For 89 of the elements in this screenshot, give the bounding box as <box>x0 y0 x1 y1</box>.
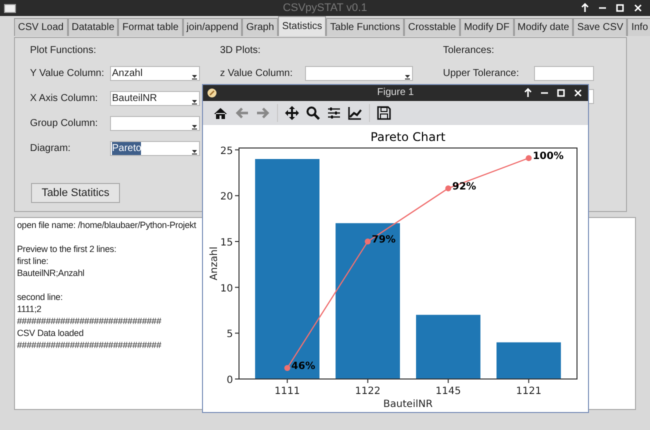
log-line: ############################## <box>17 315 162 327</box>
log-line: open file name: /home/blaubaer/Python-Projekt <box>17 219 196 231</box>
y-tick-label: 10 <box>220 283 233 294</box>
tab[interactable]: Table Functions <box>326 18 404 36</box>
log-line: second line: <box>17 291 63 303</box>
line-point <box>284 365 290 371</box>
close-icon[interactable] <box>574 88 582 98</box>
table-statistics-button[interactable]: Table Statitics <box>31 183 120 203</box>
back-arrow-icon[interactable] <box>235 106 249 120</box>
save-icon[interactable] <box>377 106 391 120</box>
field-label: Y Value Column: <box>30 67 106 81</box>
up-arrow-icon[interactable] <box>581 3 589 13</box>
up-arrow-icon[interactable] <box>524 88 532 98</box>
dropdown-value: Pareto <box>112 142 142 155</box>
x-tick <box>367 378 368 384</box>
field-label: Upper Tolerance: <box>443 67 520 81</box>
x-tick <box>528 378 530 384</box>
data-label: 92% <box>452 181 476 192</box>
log-line: CSV Data loaded <box>17 327 84 339</box>
bar <box>496 342 561 379</box>
y-tick-label: 25 <box>220 146 233 157</box>
x-tick-label: 1122 <box>355 386 380 397</box>
x-tick <box>286 378 288 384</box>
chart-title: Pareto Chart <box>370 130 446 144</box>
section-heading: Tolerances: <box>443 44 496 58</box>
log-line: Preview to the first 2 lines: <box>17 243 116 255</box>
y-tick <box>234 286 240 288</box>
field-label: z Value Column: <box>220 67 294 81</box>
x-axis-label: BauteilNR <box>383 399 433 410</box>
forward-arrow-icon[interactable] <box>256 106 270 120</box>
data-label: 79% <box>372 234 396 246</box>
figure-title: Figure 1 <box>377 86 414 100</box>
line-chart-icon[interactable] <box>348 106 362 120</box>
dropdown[interactable]: Anzahl <box>110 66 200 81</box>
log-line: first line: <box>17 255 48 267</box>
tab[interactable]: Info <box>627 18 650 36</box>
tab[interactable]: Modify DF <box>460 18 514 36</box>
y-axis-label: Anzahl <box>209 246 220 280</box>
x-tick <box>448 378 449 384</box>
y-tick <box>234 241 240 242</box>
x-tick-label: 1145 <box>436 386 461 397</box>
data-label: 100% <box>532 151 564 162</box>
log-line: 1111;2 <box>17 303 42 315</box>
tab[interactable]: Crosstable <box>404 18 460 36</box>
tab[interactable]: Graph <box>242 18 278 36</box>
y-tick-label: 20 <box>220 192 233 203</box>
sliders-icon[interactable] <box>327 106 341 120</box>
tab[interactable]: Format table <box>118 18 183 36</box>
y-tick <box>234 149 240 150</box>
data-label: 46% <box>291 361 316 372</box>
line-point <box>364 238 371 244</box>
maximize-icon[interactable] <box>616 3 624 13</box>
line-point <box>445 185 452 192</box>
search-icon[interactable] <box>306 106 320 120</box>
field-label: Diagram: <box>30 142 72 156</box>
section-heading: 3D Plots: <box>220 44 262 58</box>
y-tick-label: 15 <box>220 238 233 248</box>
x-tick-label: 1121 <box>516 386 542 397</box>
log-line: BauteilNR;Anzahl <box>17 267 84 279</box>
input-field[interactable] <box>534 66 594 81</box>
y-tick <box>234 332 240 334</box>
tab[interactable]: Modify date <box>514 18 574 36</box>
tab[interactable]: Datatable <box>68 18 118 36</box>
tab[interactable]: CSV Load <box>14 18 68 36</box>
tab[interactable]: Save CSV <box>573 18 628 36</box>
maximize-icon[interactable] <box>557 88 565 98</box>
dropdown[interactable]: Pareto <box>110 141 200 156</box>
line-point <box>526 155 532 162</box>
field-label: Group Column: <box>30 117 99 131</box>
home-icon[interactable] <box>213 106 228 120</box>
field-label: X Axis Column: <box>30 92 99 106</box>
tab[interactable]: Statistics <box>278 16 326 36</box>
dropdown-value: BauteilNR <box>112 92 158 105</box>
app-icon <box>4 4 16 12</box>
y-tick <box>234 195 240 196</box>
tab[interactable]: join/append <box>182 18 242 36</box>
dropdown-value: Anzahl <box>112 67 143 80</box>
close-icon[interactable] <box>634 3 642 13</box>
move-icon[interactable] <box>285 106 299 120</box>
window-title: CSVpySTAT v0.1 <box>282 1 368 16</box>
dropdown[interactable]: BauteilNR <box>110 91 200 106</box>
y-tick <box>234 378 240 380</box>
figure-app-icon <box>207 88 217 98</box>
bar <box>416 314 480 379</box>
y-tick-label: 5 <box>226 329 233 340</box>
log-line: ############################## <box>17 339 162 351</box>
x-tick-label: 1111 <box>274 386 300 397</box>
section-heading: Plot Functions: <box>30 44 98 58</box>
y-tick-label: 0 <box>226 375 233 386</box>
